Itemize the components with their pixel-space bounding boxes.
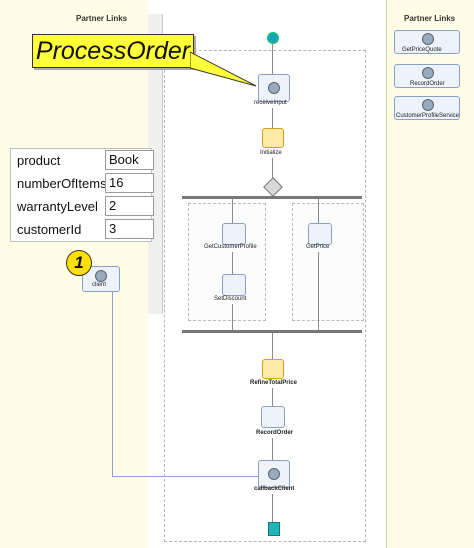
process-name-callout: ProcessOrder [32,34,194,68]
input-value-field[interactable]: 2 [105,196,154,216]
start-node[interactable] [267,32,279,44]
parallel-branch-2 [292,203,364,321]
step-number-badge: 1 [66,250,92,276]
callback-icon [268,468,280,480]
flow-line [318,199,319,223]
input-value-field[interactable]: 3 [105,219,154,239]
client-icon [95,270,107,282]
flow-line [272,388,273,406]
partner-link-icon [422,99,434,111]
table-row: product Book [11,149,154,171]
table-row: numberOfItems 16 [11,172,154,194]
get-customer-profile-label: GetCustomerProfile [204,244,257,250]
end-node[interactable] [268,522,280,536]
input-value-field[interactable]: 16 [105,173,154,193]
input-key: warrantyLevel [17,199,98,214]
set-discount-activity[interactable] [222,274,246,296]
initialize-label: Initialize [260,150,282,156]
partner-link-label: RecordOrder [410,81,445,87]
callback-connector [112,476,258,477]
table-row: customerId 3 [11,218,154,240]
input-key: customerId [17,222,82,237]
receive-icon [268,82,280,94]
get-price-activity[interactable] [308,223,332,245]
partner-links-right-title: Partner Links [404,14,456,23]
callback-connector [112,290,113,476]
partner-link-label: CustomerProfileService [396,113,460,119]
receive-label: receiveInput [254,100,287,106]
refine-total-price-label: RefineTotalPrice [250,380,297,386]
input-value-field[interactable]: Book [105,150,154,170]
record-order-label: RecordOrder [256,430,294,436]
flow-line [232,252,233,274]
flow-line [272,108,273,128]
partner-links-left-title: Partner Links [76,14,128,23]
partner-link-icon [422,33,434,45]
record-order-activity[interactable] [261,406,285,428]
flow-line [232,199,233,223]
flow-line [272,42,273,74]
get-customer-profile-activity[interactable] [222,223,246,245]
flow-line [272,494,273,522]
flow-line [272,333,273,359]
callback-client-label: callbackClient [254,486,295,492]
parallel-split-bar [182,196,362,199]
callout-pointer-icon [190,51,257,87]
flow-line [318,252,319,330]
set-discount-label: SetDiscount [214,296,247,302]
table-row: warrantyLevel 2 [11,195,154,217]
client-label: client [92,282,107,288]
initialize-activity[interactable] [262,128,284,148]
get-price-label: GetPrice [306,244,330,250]
partner-link-icon [422,67,434,79]
callback-client-activity[interactable] [258,460,290,488]
flow-line [272,438,273,460]
partner-link-label: GetPriceQuote [402,47,442,53]
parallel-branch-1 [188,203,266,321]
input-key: product [17,153,61,168]
refine-total-price-activity[interactable] [262,359,284,379]
input-values-table: product Book numberOfItems 16 warrantyLe… [10,148,154,242]
flow-line [232,304,233,330]
input-key: numberOfItems [17,176,107,191]
receive-activity[interactable] [258,74,290,102]
